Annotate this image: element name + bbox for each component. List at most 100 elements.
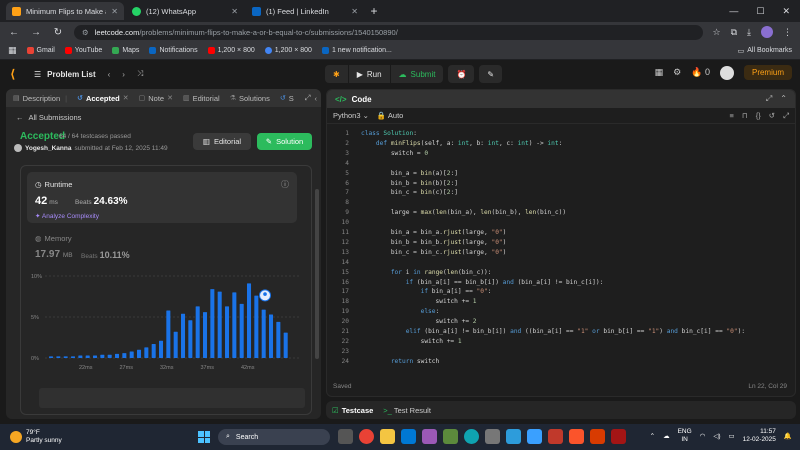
url-input[interactable]: ⚙ leetcode.com/problems/minimum-flips-to… (74, 24, 703, 40)
solution-button[interactable]: ✎ Solution (257, 133, 312, 150)
submit-button[interactable]: ☁ Submit (390, 65, 444, 83)
site-info-icon[interactable]: ⚙ (82, 28, 89, 37)
code-line[interactable]: 5 bin_a = bin(a)[2:] (327, 170, 787, 179)
mcafee-icon[interactable] (548, 429, 563, 444)
store-icon[interactable] (527, 429, 542, 444)
tab-submissions[interactable]: ↺ S (277, 94, 297, 103)
braces-icon[interactable]: {} (756, 111, 761, 121)
mail-icon[interactable] (401, 429, 416, 444)
user-avatar[interactable] (719, 65, 734, 80)
code-line[interactable]: 22 switch += 1 (327, 338, 787, 347)
clock[interactable]: 11:57 12-02-2025 (743, 428, 776, 444)
chrome-icon[interactable] (359, 429, 374, 444)
bookmark-google[interactable]: 1,200 × 800 (264, 47, 312, 54)
code-line[interactable]: 17 if bin_a[i] == "0": (327, 288, 787, 297)
profile-avatar[interactable] (761, 26, 773, 38)
windows-start-icon[interactable] (198, 431, 210, 443)
code-editor[interactable]: 1 class Solution: 2 def minFlips(self, a: … (327, 126, 795, 382)
code-line[interactable]: 2 def minFlips(self, a: int, b: int, c: … (327, 140, 787, 149)
close-icon[interactable]: ✕ (231, 7, 238, 16)
close-window-icon[interactable]: ✕ (782, 6, 790, 17)
close-icon[interactable]: ✕ (111, 7, 118, 16)
chevron-up-icon[interactable]: ⌃ (780, 94, 787, 104)
settings-app-icon[interactable] (485, 429, 500, 444)
bookmark-icon[interactable]: ⊓ (742, 111, 748, 121)
scrollbar[interactable] (315, 189, 319, 359)
reset-icon[interactable]: ↺ (769, 111, 775, 121)
minimize-icon[interactable]: — (729, 6, 738, 16)
leetcode-logo-icon[interactable]: ⟨ (10, 67, 24, 81)
code-line[interactable]: 12 bin_b = bin_b.rjust(large, "0") (327, 239, 787, 248)
format-icon[interactable]: ≡ (729, 111, 733, 121)
code-line[interactable]: 7 bin_c = bin(c)[2:] (327, 189, 787, 198)
code-line[interactable]: 24 return switch (327, 358, 787, 367)
testcase-tab[interactable]: ☑ Testcase (332, 406, 373, 415)
tab-description[interactable]: ▤ Description | (10, 94, 70, 103)
minecraft-icon[interactable] (443, 429, 458, 444)
code-line[interactable]: 10 (327, 219, 787, 228)
apps-grid-icon[interactable]: ▦ (8, 45, 17, 56)
browser-tab-whatsapp[interactable]: (12) WhatsApp ✕ (126, 2, 244, 20)
battery-icon[interactable]: ▭ (729, 432, 735, 440)
bookmark-notifications[interactable]: Notifications (149, 47, 198, 54)
bookmark-gmail[interactable]: Gmail (26, 47, 55, 54)
close-icon[interactable]: ✕ (351, 7, 358, 16)
menu-icon[interactable]: ⋮ (783, 27, 792, 38)
code-line[interactable]: 3 switch = 0 (327, 150, 787, 159)
code-line[interactable]: 16 if (bin_a[i] == bin_b[i]) and (bin_a[… (327, 279, 787, 288)
edge-icon[interactable] (464, 429, 479, 444)
star-icon[interactable]: ☆ (713, 27, 721, 38)
tab-solutions[interactable]: ⚗ Solutions (227, 94, 273, 103)
runtime-card[interactable]: ◷ Runtime ⓘ 42 ms Beats 24.63% ✦ Analyze Co… (27, 172, 297, 223)
code-line[interactable]: 23 (327, 348, 787, 357)
expand-icon[interactable]: ⤢ (766, 94, 772, 104)
notes-button[interactable]: ✎ (479, 65, 503, 83)
brave-icon[interactable] (569, 429, 584, 444)
all-bookmarks[interactable]: ▭ All Bookmarks (738, 47, 792, 55)
code-line[interactable]: 9 large = max(len(bin_a), len(bin_b), le… (327, 209, 787, 218)
problem-list-nav[interactable]: ☰ Problem List ‹ › ⤨ (34, 69, 143, 79)
notification-icon[interactable]: 🔔 (784, 432, 792, 440)
bookmark-youtube-2[interactable]: 1,200 × 800 (207, 47, 255, 54)
settings-icon[interactable]: ⚙ (673, 67, 681, 78)
new-tab-button[interactable]: + (366, 4, 382, 18)
premium-button[interactable]: Premium (743, 65, 792, 80)
layout-icon[interactable]: ▦ (655, 67, 664, 78)
wifi-icon[interactable]: ◠ (700, 432, 706, 440)
task-view-icon[interactable] (338, 429, 353, 444)
code-line[interactable]: 18 switch += 1 (327, 298, 787, 307)
code-line[interactable]: 15 for i in range(len(bin_c)): (327, 269, 787, 278)
code-line[interactable]: 20 switch += 2 (327, 318, 787, 327)
code-line[interactable]: 11 bin_a = bin_a.rjust(large, "0") (327, 229, 787, 238)
taskbar-search[interactable]: ⌕ Search (218, 429, 330, 445)
show-hidden-icon[interactable]: ⌃ (650, 432, 655, 440)
code-line[interactable]: 8 (327, 199, 787, 208)
debug-button[interactable]: ✱ (325, 65, 348, 83)
red-app-icon[interactable] (611, 429, 626, 444)
photos-icon[interactable] (506, 429, 521, 444)
file-explorer-icon[interactable] (380, 429, 395, 444)
office-icon[interactable] (590, 429, 605, 444)
username[interactable]: Yogesh_Kanna (25, 145, 71, 152)
language-indicator[interactable]: ENG IN (678, 428, 692, 444)
browser-tab-linkedin[interactable]: (1) Feed | LinkedIn ✕ (246, 2, 364, 20)
maximize-icon[interactable]: ☐ (756, 6, 764, 17)
fullscreen-icon[interactable]: ⤢ (783, 111, 789, 121)
bookmark-youtube[interactable]: YouTube (64, 47, 102, 54)
code-line[interactable]: 1 class Solution: (327, 130, 787, 139)
code-line[interactable]: 14 (327, 259, 787, 268)
expand-icon[interactable]: ⤢ (305, 93, 311, 103)
chevron-left-icon[interactable]: ‹ (108, 70, 111, 79)
code-line[interactable]: 13 bin_c = bin_c.rjust(large, "0") (327, 249, 787, 258)
copilot-icon[interactable] (422, 429, 437, 444)
close-icon[interactable]: ✕ (167, 94, 173, 102)
analyze-complexity-link[interactable]: ✦ Analyze Complexity (35, 212, 99, 220)
auto-mode[interactable]: 🔒 Auto (377, 111, 403, 120)
memory-header[interactable]: ◍ Memory (35, 234, 72, 243)
chart-range-slider[interactable] (39, 388, 305, 408)
browser-tab-leetcode[interactable]: Minimum Flips to Make a OR b... ✕ (6, 2, 124, 20)
language-select[interactable]: Python3 ⌄ (333, 111, 369, 120)
code-line[interactable]: 19 else: (327, 308, 787, 317)
tab-note[interactable]: ▢ Note ✕ (136, 94, 176, 103)
bookmark-linkedin-notification[interactable]: 1 new notification... (321, 47, 392, 54)
